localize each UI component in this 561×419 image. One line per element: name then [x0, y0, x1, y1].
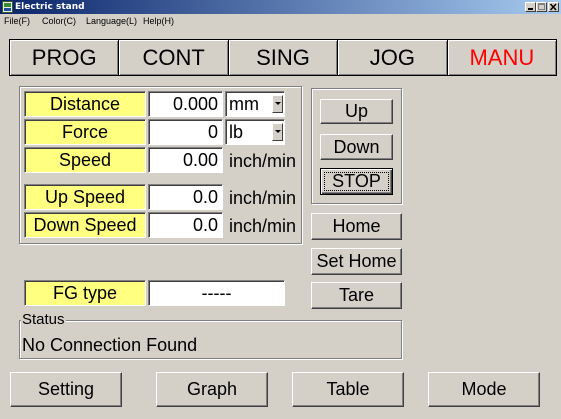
table-button[interactable]: Table [292, 372, 404, 407]
triangle-down-icon [275, 130, 281, 133]
down-button[interactable]: Down [320, 134, 393, 160]
menu-bar: File(F) Color(C) Language(L) Help(H) [0, 14, 561, 29]
menu-color[interactable]: Color(C) [42, 15, 76, 28]
tab-prog[interactable]: PROG [10, 40, 120, 75]
distance-value: 0.000 [148, 91, 223, 117]
menu-language[interactable]: Language(L) [86, 15, 137, 28]
dropdown-arrow-icon[interactable] [272, 95, 283, 113]
window-title: Electric stand [15, 2, 85, 12]
down-speed-field[interactable]: 0.0 [148, 212, 223, 238]
fg-type-value: ----- [148, 280, 285, 306]
dropdown-arrow-icon[interactable] [272, 123, 283, 141]
tab-cont[interactable]: CONT [119, 40, 229, 75]
tare-button[interactable]: Tare [311, 282, 402, 309]
down-speed-label: Down Speed [24, 212, 146, 238]
status-caption: Status [21, 311, 66, 328]
force-unit-value: lb [229, 122, 244, 142]
down-speed-unit: inch/min [229, 216, 297, 236]
distance-unit-select[interactable]: mm [225, 91, 285, 117]
minimize-icon[interactable] [525, 2, 536, 12]
mode-button[interactable]: Mode [428, 372, 540, 407]
home-button[interactable]: Home [311, 213, 402, 240]
set-home-button[interactable]: Set Home [311, 248, 402, 275]
setting-button[interactable]: Setting [10, 372, 122, 407]
status-message: No Connection Found [22, 335, 198, 355]
speed-value: 0.00 [148, 147, 223, 173]
up-button[interactable]: Up [320, 99, 393, 124]
distance-unit-value: mm [229, 94, 259, 114]
triangle-down-icon [275, 102, 281, 105]
stop-button-label: STOP [324, 171, 389, 191]
title-bar[interactable]: Electric stand [0, 0, 561, 14]
graph-button[interactable]: Graph [156, 372, 268, 407]
menu-file[interactable]: File(F) [4, 15, 30, 28]
fg-type-label: FG type [24, 280, 146, 306]
tab-jog[interactable]: JOG [338, 40, 448, 75]
force-label: Force [24, 119, 146, 145]
speed-label: Speed [24, 147, 146, 173]
force-value: 0 [148, 119, 223, 145]
app-icon[interactable] [2, 1, 13, 13]
maximize-icon [536, 2, 547, 12]
electric-stand-window: Electric stand File(F) Color(C) Language… [0, 0, 561, 419]
tab-sing[interactable]: SING [229, 40, 339, 75]
close-icon[interactable] [548, 2, 559, 12]
stop-button[interactable]: STOP [320, 168, 393, 195]
force-unit-select[interactable]: lb [225, 119, 285, 145]
distance-label: Distance [24, 91, 146, 117]
speed-unit: inch/min [229, 151, 297, 171]
up-speed-label: Up Speed [24, 184, 146, 210]
up-speed-unit: inch/min [229, 188, 297, 208]
up-speed-field[interactable]: 0.0 [148, 184, 223, 210]
menu-help[interactable]: Help(H) [143, 15, 174, 28]
tab-manu[interactable]: MANU [448, 40, 556, 75]
mode-tabs: PROG CONT SING JOG MANU [9, 39, 557, 76]
